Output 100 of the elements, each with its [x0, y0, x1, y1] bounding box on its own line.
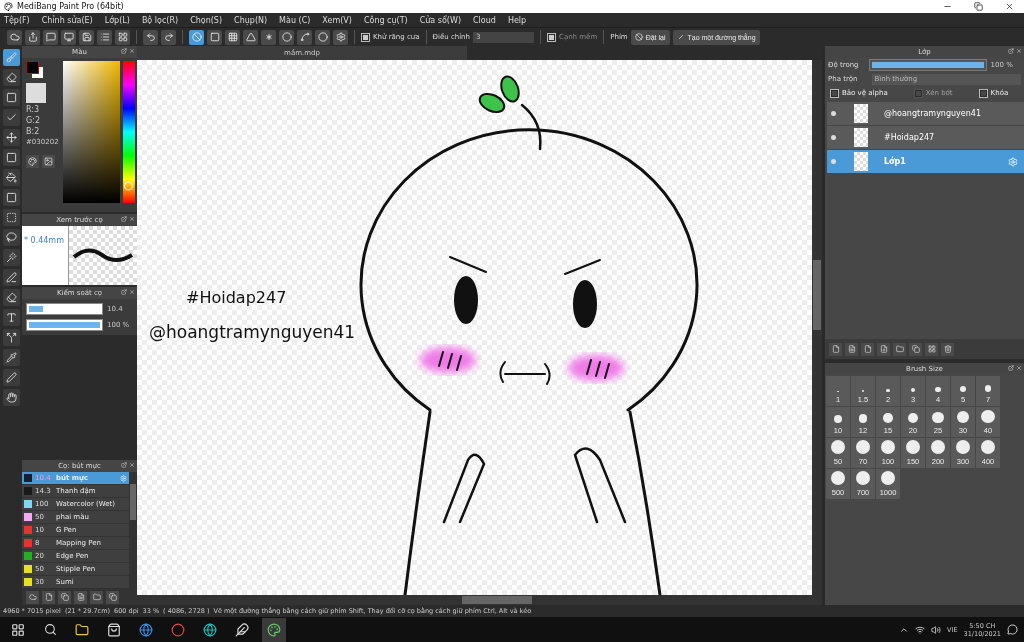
snap-button[interactable] [315, 29, 330, 45]
menu-item[interactable]: Xem(V) [322, 15, 352, 25]
toolbar-button[interactable] [25, 29, 40, 45]
menu-item[interactable]: Chỉnh sửa(E) [41, 15, 93, 25]
tool-button[interactable] [2, 149, 20, 166]
hue-slider[interactable] [123, 61, 135, 203]
undock-icon[interactable] [121, 462, 127, 468]
scrollbar[interactable] [137, 595, 822, 605]
layer-toolbar-button[interactable] [861, 342, 874, 356]
snap-button[interactable] [225, 29, 240, 45]
close-icon[interactable] [1005, 2, 1014, 11]
restore-icon[interactable] [974, 2, 983, 11]
layer-toolbar-button[interactable] [925, 342, 938, 356]
menu-item[interactable]: Cloud [473, 15, 496, 25]
menu-item[interactable]: Help [507, 15, 527, 25]
snap-button[interactable] [333, 29, 348, 45]
menu-item[interactable]: Tệp(F) [4, 15, 30, 25]
globe-icon[interactable] [139, 622, 153, 637]
visibility-icon[interactable] [831, 111, 836, 116]
snap-button[interactable] [279, 29, 294, 45]
undock-icon[interactable] [1008, 48, 1014, 54]
globe-icon[interactable] [203, 622, 217, 637]
redo-button[interactable] [161, 29, 176, 45]
feather-icon[interactable] [235, 622, 249, 637]
undo-button[interactable] [143, 29, 158, 45]
size-slider[interactable] [26, 303, 103, 315]
brush-toolbar-button[interactable] [74, 590, 87, 604]
toolbar-button[interactable] [61, 29, 76, 45]
menu-item[interactable]: Màu (C) [279, 15, 311, 25]
brush-toolbar-button[interactable] [106, 590, 119, 604]
menu-item[interactable]: Chọn(S) [190, 15, 223, 25]
layer-toolbar-button[interactable] [829, 342, 842, 356]
tool-button[interactable] [2, 69, 20, 86]
toolbar-button[interactable] [79, 29, 94, 45]
tool-button[interactable] [2, 129, 20, 146]
bag-icon[interactable] [107, 622, 121, 637]
layer-row[interactable]: @hoangtramynguyen41 [827, 102, 1024, 125]
scrollbar[interactable] [129, 472, 137, 589]
tool-button[interactable] [2, 329, 20, 346]
color-swatches[interactable] [26, 61, 46, 81]
layer-toolbar-button[interactable] [941, 342, 954, 356]
scrollbar[interactable] [812, 60, 822, 595]
start-icon[interactable] [11, 622, 25, 637]
tool-button[interactable] [2, 49, 20, 66]
smooth-checkbox[interactable] [547, 32, 556, 42]
tool-button[interactable] [2, 209, 20, 226]
undock-icon[interactable] [121, 289, 127, 295]
snap-button[interactable] [189, 29, 204, 45]
brush-toolbar-button[interactable] [42, 590, 55, 604]
tool-button[interactable] [2, 169, 20, 186]
tool-button[interactable] [2, 109, 20, 126]
folder-icon[interactable] [75, 622, 89, 637]
tool-button[interactable] [2, 189, 20, 206]
layer-toolbar-button[interactable] [845, 342, 858, 356]
circle-icon[interactable] [171, 622, 185, 637]
undock-icon[interactable] [121, 216, 127, 222]
taskbar-button[interactable] [262, 617, 286, 642]
menu-item[interactable]: Công cụ(T) [363, 15, 408, 25]
notification-icon[interactable] [1007, 624, 1018, 635]
brush-toolbar-button[interactable] [26, 590, 39, 604]
layer-toolbar-button[interactable] [893, 342, 906, 356]
undock-icon[interactable] [1008, 365, 1014, 371]
tool-button[interactable] [2, 229, 20, 246]
toolbar-button[interactable] [43, 29, 58, 45]
layer-toolbar-button[interactable] [877, 342, 890, 356]
palette-button[interactable] [26, 155, 39, 168]
menu-item[interactable]: Lớp(L) [104, 15, 130, 25]
network-icon[interactable] [915, 624, 926, 635]
tool-button[interactable] [2, 389, 20, 406]
drawing-canvas[interactable]: #Hoidap247 @hoangtramynguyen41 [137, 60, 812, 595]
toolbar-button[interactable] [7, 29, 22, 45]
snap-button[interactable] [261, 29, 276, 45]
search-icon[interactable] [43, 623, 57, 636]
image-button[interactable] [42, 155, 55, 168]
color-gradient[interactable] [62, 61, 121, 203]
menu-item[interactable]: Cửa sổ(W) [419, 15, 462, 25]
layer-row[interactable]: #Hoidap247 [827, 126, 1024, 149]
tool-button[interactable] [2, 369, 20, 386]
layer-toolbar-button[interactable] [909, 342, 922, 356]
antialias-checkbox[interactable] [361, 32, 370, 42]
tool-button[interactable] [2, 249, 20, 266]
menu-item[interactable]: Chụp(N) [234, 15, 268, 25]
transparent-swatch[interactable] [26, 83, 46, 103]
tool-button[interactable] [2, 349, 20, 366]
snap-button[interactable] [243, 29, 258, 45]
toolbar-button[interactable] [97, 29, 112, 45]
snap-button[interactable] [207, 29, 222, 45]
visibility-icon[interactable] [831, 135, 836, 140]
folder-icon [92, 593, 101, 601]
tool-button[interactable] [2, 289, 20, 306]
tool-button[interactable] [2, 89, 20, 106]
undock-icon[interactable] [121, 48, 127, 54]
volume-icon[interactable] [931, 624, 942, 635]
tool-button[interactable] [2, 269, 20, 286]
tool-button[interactable] [2, 309, 20, 326]
menu-item[interactable]: Bộ lọc(R) [141, 15, 179, 25]
snap-button[interactable] [297, 29, 312, 45]
toolbar-button[interactable] [115, 29, 130, 45]
brush-toolbar-button[interactable] [58, 590, 71, 604]
brush-toolbar-button[interactable] [90, 590, 103, 604]
